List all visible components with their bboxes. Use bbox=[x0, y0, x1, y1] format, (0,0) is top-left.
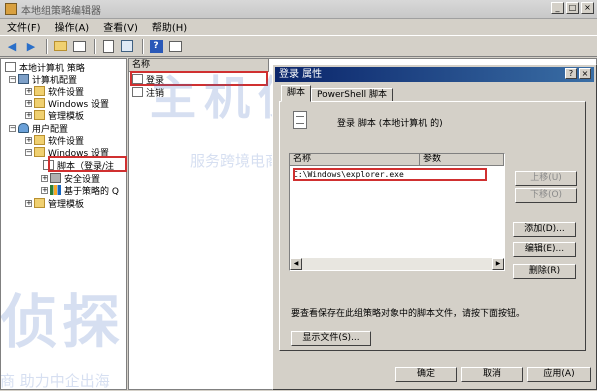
folder-icon bbox=[34, 135, 45, 145]
dialog-close-button[interactable]: × bbox=[579, 68, 591, 79]
highlight-box-entry bbox=[293, 168, 487, 181]
export-list-icon[interactable] bbox=[119, 38, 135, 54]
script-icon bbox=[132, 87, 143, 97]
scroll-left-icon[interactable]: ◀ bbox=[290, 258, 302, 270]
remove-button[interactable]: 删除(R) bbox=[513, 264, 576, 279]
tree-root[interactable]: 本地计算机 策略 bbox=[5, 61, 85, 74]
add-button[interactable]: 添加(D)... bbox=[513, 222, 576, 237]
tree-label: 管理模板 bbox=[48, 199, 85, 210]
forward-icon[interactable]: ▶ bbox=[23, 38, 39, 54]
highlight-box-scripts bbox=[48, 156, 127, 172]
move-down-button[interactable]: 下移(O) bbox=[515, 188, 577, 203]
toolbar-separator bbox=[142, 38, 144, 54]
tab-scripts[interactable]: 脚本 bbox=[281, 85, 312, 102]
scroll-right-icon[interactable]: ▶ bbox=[492, 258, 504, 270]
group-policy-icon bbox=[5, 3, 17, 15]
column-name[interactable]: 名称 bbox=[290, 154, 420, 166]
menu-file[interactable]: 文件(F) bbox=[0, 19, 48, 34]
security-icon bbox=[50, 173, 61, 183]
tree-item[interactable]: + 软件设置 bbox=[25, 85, 84, 98]
user-icon bbox=[18, 123, 29, 133]
tree-item[interactable]: + Windows 设置 bbox=[25, 97, 109, 110]
expand-icon[interactable]: + bbox=[25, 136, 32, 144]
highlight-box-logon bbox=[130, 71, 268, 86]
tab-powershell[interactable]: PowerShell 脚本 bbox=[311, 88, 394, 102]
menu-view[interactable]: 查看(V) bbox=[96, 19, 145, 34]
tree-item[interactable]: + 管理模板 bbox=[25, 109, 85, 122]
folder-icon bbox=[34, 98, 45, 108]
tree-label: 基于策略的 Q bbox=[64, 186, 119, 197]
collapse-icon[interactable]: − bbox=[9, 124, 16, 132]
expand-icon[interactable]: + bbox=[41, 174, 48, 182]
menu-help[interactable]: 帮助(H) bbox=[145, 19, 194, 34]
folder-icon bbox=[34, 110, 45, 120]
dialog-title-bar: 登录 属性 ? × bbox=[275, 67, 594, 82]
tree-pane: 本地计算机 策略 − 计算机配置 + 软件设置 + Windows 设置 + 管… bbox=[0, 58, 127, 390]
list-item-logoff[interactable]: 注销 bbox=[132, 86, 165, 99]
tree-computer-config[interactable]: − 计算机配置 bbox=[9, 73, 77, 86]
show-files-button[interactable]: 显示文件(S)... bbox=[291, 331, 371, 346]
help-icon[interactable]: ? bbox=[148, 38, 164, 54]
expand-icon[interactable]: + bbox=[41, 186, 48, 194]
expand-icon[interactable]: + bbox=[25, 87, 32, 95]
horizontal-scrollbar[interactable]: ◀ ▶ bbox=[290, 258, 504, 270]
window-title-bar: 本地组策略编辑器 _ □ × bbox=[0, 0, 597, 19]
toolbar-separator bbox=[94, 38, 96, 54]
menu-action[interactable]: 操作(A) bbox=[48, 19, 97, 34]
back-icon[interactable]: ◀ bbox=[4, 38, 20, 54]
tree-item[interactable]: + 软件设置 bbox=[25, 134, 84, 147]
script-icon bbox=[293, 111, 307, 129]
policy-icon bbox=[5, 62, 16, 72]
qos-chart-icon bbox=[50, 185, 61, 195]
close-button[interactable]: × bbox=[581, 2, 594, 14]
minimize-button[interactable]: _ bbox=[551, 2, 564, 14]
cancel-button[interactable]: 取消 bbox=[461, 367, 523, 382]
scroll-track[interactable] bbox=[302, 258, 492, 270]
expand-icon[interactable]: + bbox=[25, 199, 32, 207]
tree-item[interactable]: + 管理模板 bbox=[25, 197, 85, 210]
list-item-label: 注销 bbox=[146, 88, 165, 99]
expand-icon[interactable]: + bbox=[25, 111, 32, 119]
move-up-button[interactable]: 上移(U) bbox=[515, 171, 577, 186]
show-hide-tree-icon[interactable] bbox=[71, 38, 87, 54]
edit-button[interactable]: 编辑(E)... bbox=[513, 242, 576, 257]
collapse-icon[interactable]: − bbox=[25, 148, 32, 156]
tree-item[interactable]: + 基于策略的 Q bbox=[41, 184, 119, 197]
column-params[interactable]: 参数 bbox=[420, 154, 504, 166]
apply-button[interactable]: 应用(A) bbox=[527, 367, 591, 382]
dialog-caption: 登录 脚本 (本地计算机 的) bbox=[337, 119, 443, 129]
tree-item[interactable]: + 安全设置 bbox=[41, 172, 100, 185]
logon-properties-dialog: 登录 属性 ? × 脚本 PowerShell 脚本 登录 脚本 (本地计算机 … bbox=[272, 64, 597, 390]
tree-label: 管理模板 bbox=[48, 111, 85, 122]
folder-icon bbox=[34, 198, 45, 208]
window-controls: _ □ × bbox=[551, 2, 594, 14]
toolbar: ◀ ▶ ? bbox=[0, 35, 597, 57]
folder-icon bbox=[34, 147, 45, 157]
tree-user-config[interactable]: − 用户配置 bbox=[9, 122, 68, 135]
collapse-icon[interactable]: − bbox=[9, 75, 16, 83]
maximize-button[interactable]: □ bbox=[566, 2, 579, 14]
dialog-help-button[interactable]: ? bbox=[565, 68, 577, 79]
dialog-controls: ? × bbox=[565, 68, 591, 79]
window-title: 本地组策略编辑器 bbox=[21, 5, 101, 17]
dialog-tabs: 脚本 PowerShell 脚本 bbox=[281, 85, 394, 102]
toolbar-separator bbox=[46, 38, 48, 54]
show-files-hint: 要查看保存在此组策略对象中的脚本文件，请按下面按钮。 bbox=[291, 309, 526, 319]
properties-icon[interactable] bbox=[100, 38, 116, 54]
expand-icon[interactable]: + bbox=[25, 99, 32, 107]
dialog-title: 登录 属性 bbox=[279, 69, 323, 80]
console-icon[interactable] bbox=[167, 38, 183, 54]
computer-icon bbox=[18, 74, 29, 84]
up-folder-icon[interactable] bbox=[52, 38, 68, 54]
folder-icon bbox=[34, 86, 45, 96]
menu-bar: 文件(F) 操作(A) 查看(V) 帮助(H) bbox=[0, 18, 597, 35]
ok-button[interactable]: 确定 bbox=[395, 367, 457, 382]
